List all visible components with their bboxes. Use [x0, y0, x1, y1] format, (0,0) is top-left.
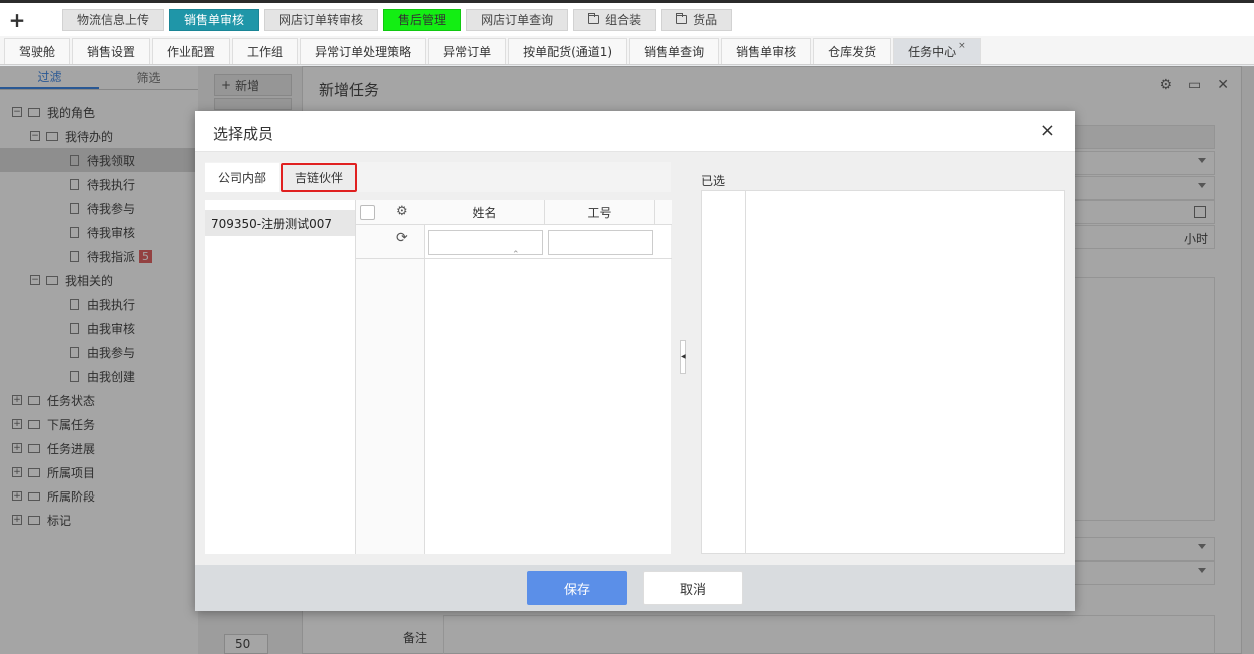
member-grid: ⚙ 姓名 工号 ⟳ ⌃	[355, 200, 672, 554]
subtab-pick-by-order[interactable]: 按单配货(通道1)	[508, 38, 628, 64]
selected-members-panel	[701, 190, 1065, 554]
subtab-operation-config[interactable]: 作业配置	[152, 38, 231, 64]
tab-partner[interactable]: 吉链伙伴	[281, 163, 357, 192]
plus-icon[interactable]: +	[0, 5, 34, 35]
subtab-task-center[interactable]: 任务中心 ×	[893, 38, 981, 64]
collapse-handle-icon[interactable]: ◀	[680, 340, 686, 374]
top-tabs: 物流信息上传 销售单审核 网店订单转审核 售后管理 网店订单查询 组合装 货品	[62, 8, 733, 31]
top-tab-goods-label: 货品	[693, 13, 718, 27]
employee-id-filter-input[interactable]	[548, 230, 653, 255]
top-tab-goods[interactable]: 货品	[661, 8, 733, 31]
cancel-button[interactable]: 取消	[643, 571, 743, 605]
tab-company-internal[interactable]: 公司内部	[205, 163, 279, 192]
subtab-warehouse-ship[interactable]: 仓库发货	[813, 38, 892, 64]
subtab-task-center-label: 任务中心	[908, 45, 957, 59]
top-tab-after-sales[interactable]: 售后管理	[383, 8, 462, 31]
grid-control-column	[356, 200, 425, 554]
folder-icon	[588, 13, 600, 24]
column-header-name[interactable]: 姓名	[425, 200, 545, 225]
subtab-exception-strategy[interactable]: 异常订单处理策略	[300, 38, 427, 64]
member-source-tabs: 公司内部 吉链伙伴	[205, 162, 671, 192]
close-icon[interactable]: ×	[1040, 120, 1055, 141]
dialog-title: 选择成员	[213, 125, 274, 143]
top-tab-sales-review[interactable]: 销售单审核	[169, 8, 260, 31]
dialog-header: 选择成员 ×	[195, 111, 1075, 152]
save-button[interactable]: 保存	[527, 571, 627, 605]
org-item[interactable]: 709350-注册测试007	[205, 210, 355, 236]
selected-label: 已选	[701, 174, 726, 188]
org-list: 709350-注册测试007	[205, 200, 355, 554]
top-tab-logistics-upload[interactable]: 物流信息上传	[62, 8, 165, 31]
subtab-sales-settings[interactable]: 销售设置	[72, 38, 151, 64]
divider	[356, 258, 672, 259]
top-tab-online-order-review[interactable]: 网店订单转审核	[264, 8, 379, 31]
column-header-employee-id[interactable]: 工号	[545, 200, 655, 225]
top-bar: + 物流信息上传 销售单审核 网店订单转审核 售后管理 网店订单查询 组合装 货…	[0, 0, 1254, 36]
dialog-footer: 保存 取消	[195, 565, 1075, 611]
top-tab-combo-label: 组合装	[605, 13, 642, 27]
subtab-exception-orders[interactable]: 异常订单	[428, 38, 507, 64]
gear-icon[interactable]: ⚙	[396, 204, 408, 219]
close-icon[interactable]: ×	[958, 41, 966, 51]
select-member-dialog: 选择成员 × 公司内部 吉链伙伴 709350-注册测试007 ⚙ 姓名 工号 …	[195, 111, 1075, 611]
subtab-cockpit[interactable]: 驾驶舱	[4, 38, 71, 64]
secondary-tabs: 驾驶舱 销售设置 作业配置 工作组 异常订单处理策略 异常订单 按单配货(通道1…	[0, 36, 1254, 65]
select-all-checkbox[interactable]	[360, 205, 375, 220]
top-tab-online-order-query[interactable]: 网店订单查询	[466, 8, 569, 31]
top-tab-combo[interactable]: 组合装	[573, 8, 657, 31]
subtab-sales-review[interactable]: 销售单审核	[721, 38, 812, 64]
subtab-sales-query[interactable]: 销售单查询	[629, 38, 720, 64]
subtab-workgroup[interactable]: 工作组	[232, 38, 299, 64]
dialog-body: 公司内部 吉链伙伴 709350-注册测试007 ⚙ 姓名 工号 ⟳ ⌃ ◀ 已…	[195, 152, 1075, 565]
refresh-icon[interactable]: ⟳	[396, 230, 408, 246]
selected-control-column	[702, 191, 746, 553]
grid-header: ⚙ 姓名 工号	[356, 200, 672, 225]
folder-icon	[676, 13, 688, 24]
name-filter-input[interactable]	[428, 230, 543, 255]
